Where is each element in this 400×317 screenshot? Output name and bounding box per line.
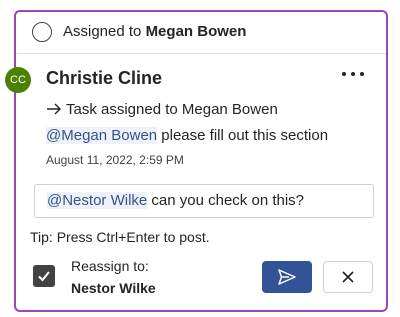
send-button[interactable] bbox=[262, 261, 312, 293]
circle-outline-icon[interactable] bbox=[32, 22, 52, 42]
close-icon bbox=[342, 271, 354, 283]
activity-line: Task assigned to Megan Bowen bbox=[46, 101, 278, 118]
activity-text: Task assigned to Megan Bowen bbox=[66, 101, 278, 118]
reply-mention: @Nestor Wilke bbox=[47, 192, 148, 209]
comment-message: @Megan Bowen please fill out this sectio… bbox=[46, 127, 328, 144]
author-name: Christie Cline bbox=[46, 68, 163, 88]
reassign-name: Nestor Wilke bbox=[71, 280, 156, 296]
comment-card: Assigned to Megan Bowen CC Christie Clin… bbox=[5, 10, 388, 312]
reply-input[interactable]: @Nestor Wilke can you check on this? bbox=[34, 184, 374, 218]
arrow-right-icon bbox=[47, 103, 61, 115]
assignee-name: Megan Bowen bbox=[145, 23, 247, 40]
post-tip: Tip: Press Ctrl+Enter to post. bbox=[30, 229, 210, 245]
assignment-header: Assigned to Megan Bowen bbox=[16, 12, 386, 54]
more-horizontal-icon[interactable] bbox=[342, 68, 364, 78]
mention-link[interactable]: @Megan Bowen bbox=[46, 127, 158, 144]
reassign-label: Reassign to: bbox=[71, 258, 149, 274]
cancel-button[interactable] bbox=[323, 261, 373, 293]
comment-timestamp: August 11, 2022, 2:59 PM bbox=[46, 153, 184, 167]
message-text: please fill out this section bbox=[157, 127, 329, 144]
assignment-text: Assigned to Megan Bowen bbox=[63, 23, 246, 40]
avatar: CC bbox=[5, 67, 31, 93]
reply-text: can you check on this? bbox=[147, 192, 305, 209]
send-icon bbox=[278, 269, 296, 285]
checkmark-icon bbox=[38, 271, 50, 282]
assigned-prefix: Assigned to bbox=[63, 23, 142, 40]
reassign-checkbox[interactable] bbox=[33, 265, 55, 287]
